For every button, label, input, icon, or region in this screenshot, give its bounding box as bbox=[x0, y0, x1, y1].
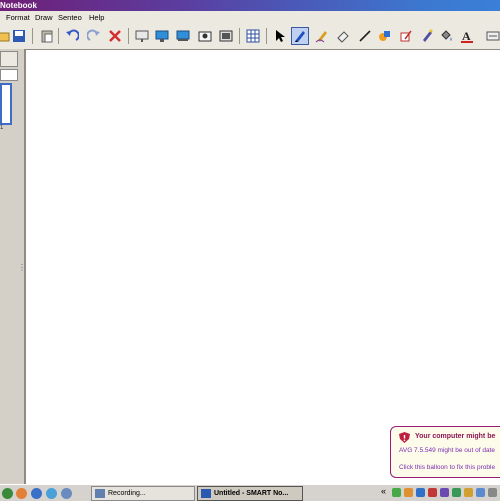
system-tray: « bbox=[381, 486, 500, 500]
start-icon[interactable] bbox=[2, 488, 13, 499]
delete-icon[interactable] bbox=[106, 27, 124, 45]
paste-icon[interactable] bbox=[38, 27, 56, 45]
tray-avg-icon[interactable] bbox=[404, 488, 413, 497]
balloon-message: AVG 7.5.549 might be out of date bbox=[399, 447, 495, 454]
toolbar-separator bbox=[239, 28, 240, 44]
dual-display-icon[interactable] bbox=[174, 27, 192, 45]
menu-senteo[interactable]: Senteo bbox=[58, 11, 82, 24]
page-thumbnail[interactable] bbox=[0, 83, 12, 125]
toolbar-separator bbox=[266, 28, 267, 44]
task-recording[interactable]: Recording... bbox=[91, 486, 195, 501]
toolbar-separator bbox=[32, 28, 33, 44]
menu-format[interactable]: Format bbox=[6, 11, 30, 24]
firefox-icon[interactable] bbox=[16, 488, 27, 499]
undo-icon[interactable] bbox=[63, 27, 81, 45]
fill-icon[interactable] bbox=[437, 27, 455, 45]
tray-smart-icon[interactable] bbox=[440, 488, 449, 497]
more-tools-icon[interactable] bbox=[484, 27, 500, 45]
warning-shield-icon bbox=[399, 432, 410, 445]
panel-field[interactable] bbox=[0, 69, 18, 81]
whiteboard-canvas[interactable] bbox=[24, 49, 500, 485]
tray-misc-icon[interactable] bbox=[488, 488, 497, 497]
select-icon[interactable] bbox=[271, 27, 289, 45]
recorder-icon bbox=[95, 489, 105, 498]
tray-security-icon[interactable] bbox=[452, 488, 461, 497]
magic-pen-icon[interactable] bbox=[418, 27, 436, 45]
tray-network-icon[interactable] bbox=[392, 488, 401, 497]
task-smart-notebook[interactable]: Untitled - SMART No... bbox=[197, 486, 303, 501]
tray-update-icon[interactable] bbox=[464, 488, 473, 497]
task-recording-label: Recording... bbox=[108, 490, 146, 497]
balloon-action-text[interactable]: Click this balloon to fix this proble bbox=[399, 464, 495, 471]
desktop-icon[interactable] bbox=[61, 488, 72, 499]
page-number: 1 bbox=[0, 125, 4, 131]
task-smart-notebook-label: Untitled - SMART No... bbox=[214, 490, 289, 497]
tray-bluetooth-icon[interactable] bbox=[476, 488, 485, 497]
messenger-icon[interactable] bbox=[46, 488, 57, 499]
creative-pen-icon[interactable] bbox=[313, 27, 331, 45]
title-bar: Notebook bbox=[0, 0, 500, 11]
notebook-icon bbox=[201, 489, 211, 498]
menu-bar: Format Draw Senteo Help bbox=[0, 11, 500, 25]
svg-text:A: A bbox=[462, 29, 471, 43]
line-icon[interactable] bbox=[356, 27, 374, 45]
notification-balloon[interactable]: Your computer might be AVG 7.5.549 might… bbox=[390, 426, 500, 478]
balloon-heading: Your computer might be bbox=[415, 433, 496, 440]
page-sorter-panel: 1 ⋮ bbox=[0, 49, 26, 484]
menu-help[interactable]: Help bbox=[89, 11, 104, 24]
tray-volume-icon[interactable] bbox=[416, 488, 425, 497]
ie-icon[interactable] bbox=[31, 488, 42, 499]
screen-shade-icon[interactable] bbox=[133, 27, 151, 45]
eraser-icon[interactable] bbox=[334, 27, 352, 45]
fill-line-icon[interactable] bbox=[397, 27, 415, 45]
toolbar-separator bbox=[128, 28, 129, 44]
toolbar: A bbox=[0, 24, 500, 50]
redo-icon[interactable] bbox=[85, 27, 103, 45]
record-icon[interactable] bbox=[217, 27, 235, 45]
text-icon[interactable]: A bbox=[458, 27, 476, 45]
display-icon[interactable] bbox=[153, 27, 171, 45]
capture-icon[interactable] bbox=[196, 27, 214, 45]
menu-draw[interactable]: Draw bbox=[35, 11, 53, 24]
panel-tab[interactable] bbox=[0, 51, 18, 67]
shape-icon[interactable] bbox=[376, 27, 394, 45]
taskbar: Recording... Untitled - SMART No... « bbox=[0, 484, 500, 501]
save-icon[interactable] bbox=[10, 27, 28, 45]
table-icon[interactable] bbox=[244, 27, 262, 45]
toolbar-separator bbox=[58, 28, 59, 44]
pen-icon[interactable] bbox=[291, 27, 309, 45]
window-title: Notebook bbox=[0, 1, 37, 10]
tray-alert-icon[interactable] bbox=[428, 488, 437, 497]
tray-expand-chevron[interactable]: « bbox=[381, 486, 386, 496]
